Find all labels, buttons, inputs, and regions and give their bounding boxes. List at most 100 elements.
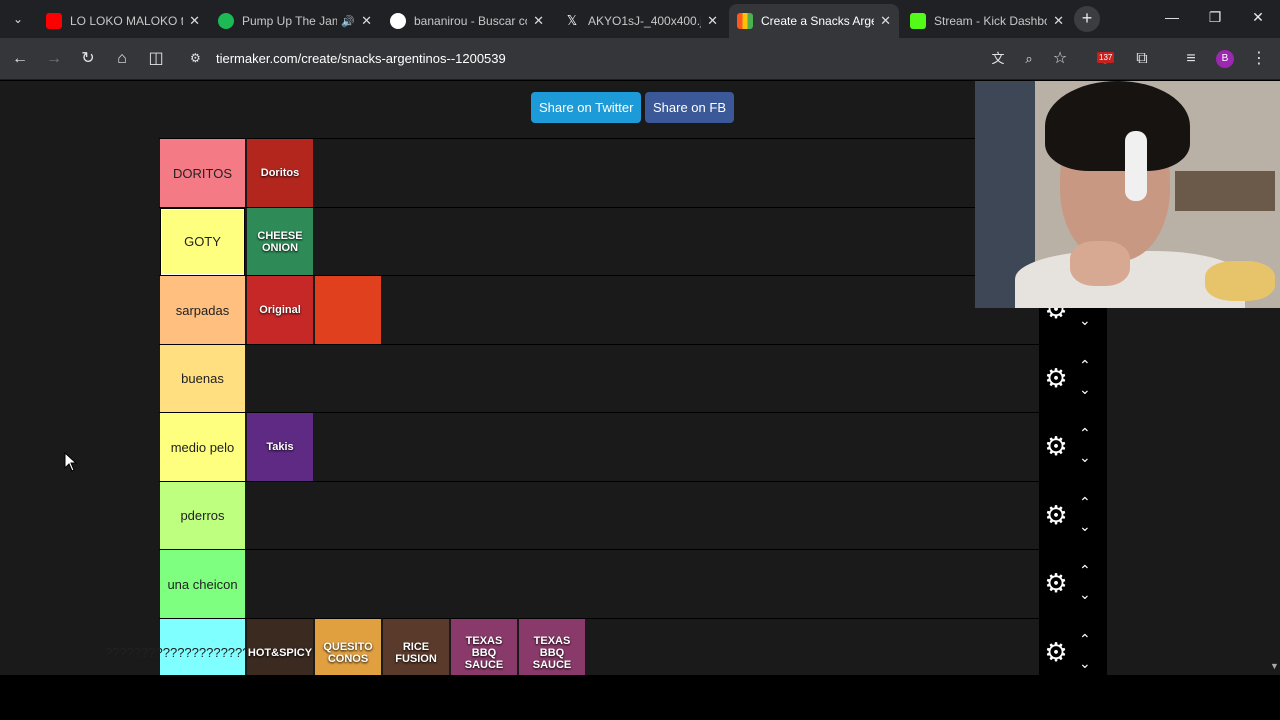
tab-close-icon[interactable]: ✕ [361, 13, 372, 29]
tab-close-icon[interactable]: ✕ [189, 13, 200, 29]
tier-controls: ⚙ ⌃ ⌄ [1039, 618, 1107, 675]
move-tier-down-icon[interactable]: ⌄ [1079, 586, 1091, 603]
snack-item-label: Doritos [260, 167, 300, 179]
url-text[interactable]: tiermaker.com/create/snacks-argentinos--… [216, 51, 506, 66]
tier-items-dropzone[interactable] [245, 344, 1039, 413]
tab-google[interactable]: bananirou - Buscar co ✕ [382, 4, 552, 38]
snack-item[interactable]: TEXAS BBQ SAUCE [519, 618, 585, 675]
site-info-icon[interactable]: ⚙ [190, 51, 201, 65]
media-controls-icon[interactable]: ≡ [1181, 49, 1201, 69]
snack-item-label: RICE FUSION [395, 640, 437, 665]
tab-spotify[interactable]: Pump Up The Jam 🔊 ✕ [210, 4, 380, 38]
tier-items-dropzone[interactable]: HOT&SPICY QUESITO CONOS RICE FUSION TEXAS B… [245, 618, 1039, 675]
move-tier-up-icon[interactable]: ⌃ [1079, 425, 1091, 442]
tier-label[interactable]: buenas [160, 344, 245, 413]
close-window-icon[interactable]: ✕ [1248, 9, 1268, 26]
move-tier-down-icon[interactable]: ⌄ [1079, 655, 1091, 672]
translate-icon[interactable]: 文 [988, 49, 1008, 69]
bookmark-star-icon[interactable]: ☆ [1050, 49, 1070, 69]
snack-item[interactable]: Doritos [247, 139, 313, 207]
snack-item[interactable]: QUESITO CONOS [315, 618, 381, 675]
profile-avatar[interactable]: B [1216, 50, 1234, 68]
tier-items-dropzone[interactable] [245, 481, 1039, 550]
tab-close-icon[interactable]: ✕ [707, 13, 718, 29]
share-twitter-button[interactable]: Share on Twitter [531, 92, 642, 123]
extension-badge: 137 [1097, 52, 1115, 63]
tab-tiermaker[interactable]: Create a Snacks Arge ✕ [729, 4, 899, 38]
zoom-icon[interactable]: ⌕ [1019, 49, 1039, 69]
webcam-headphones [1125, 131, 1147, 201]
tier-settings-gear-icon[interactable]: ⚙ [1043, 502, 1069, 528]
back-icon[interactable]: ← [10, 49, 30, 69]
share-fb-button[interactable]: Share on FB [645, 92, 734, 123]
tab-search-icon[interactable]: ⌄ [6, 8, 30, 30]
tier-label[interactable]: GOTY [160, 207, 245, 276]
tier-controls: ⚙ ⌃ ⌄ [1039, 550, 1107, 618]
tier-items-dropzone[interactable]: Original [245, 276, 1039, 344]
tier-row: medio pelo Takis ⚙ ⌃ ⌄ [159, 412, 1107, 481]
tab-title: Stream - Kick Dashbo [934, 14, 1048, 28]
snack-item[interactable]: RICE FUSION [383, 618, 449, 675]
tier-label[interactable]: una cheicon [160, 550, 245, 618]
reading-mode-icon[interactable]: ◫ [146, 49, 166, 69]
snack-item[interactable]: Takis [247, 413, 313, 481]
tab-title: Create a Snacks Arge [761, 14, 875, 28]
snack-item[interactable]: Original [247, 276, 313, 344]
tier-controls: ⚙ ⌃ ⌄ [1039, 413, 1107, 481]
snack-item[interactable]: CHEESE ONION [247, 207, 313, 276]
tab-kick[interactable]: Stream - Kick Dashbo ✕ [902, 4, 1072, 38]
menu-icon[interactable]: ⋮ [1249, 49, 1269, 69]
restore-icon[interactable]: ❐ [1205, 9, 1225, 26]
tier-label[interactable]: pderros [160, 481, 245, 550]
tier-items-dropzone[interactable]: Doritos [245, 139, 1039, 207]
reload-icon[interactable]: ↻ [78, 49, 98, 69]
webcam-person-hair [1045, 81, 1190, 171]
address-bar[interactable]: ⚙ tiermaker.com/create/snacks-argentinos… [180, 44, 1080, 74]
tier-row: GOTYCHEESE ONION⚙⌃⌄ [159, 206, 1107, 276]
webcam-toy [1205, 261, 1275, 301]
move-tier-down-icon[interactable]: ⌄ [1079, 449, 1091, 466]
new-tab-button[interactable]: + [1074, 6, 1100, 32]
tier-items-dropzone[interactable]: Takis [245, 413, 1039, 481]
minimize-icon[interactable]: — [1162, 9, 1182, 25]
forward-icon[interactable]: → [44, 49, 64, 69]
tier-label[interactable]: sarpadas [160, 276, 245, 344]
home-icon[interactable]: ⌂ [112, 49, 132, 69]
tab-close-icon[interactable]: ✕ [1053, 13, 1064, 29]
tier-settings-gear-icon[interactable]: ⚙ [1043, 639, 1069, 665]
move-tier-up-icon[interactable]: ⌃ [1079, 631, 1091, 648]
tab-close-icon[interactable]: ✕ [533, 13, 544, 29]
tab-youtube[interactable]: LO LOKO MALOKO tu ✕ [38, 4, 208, 38]
snack-item-label: TEXAS BBQ SAUCE [532, 634, 572, 671]
move-tier-down-icon[interactable]: ⌄ [1079, 381, 1091, 398]
tier-settings-gear-icon[interactable]: ⚙ [1043, 365, 1069, 391]
speaker-icon[interactable]: 🔊 [341, 15, 355, 28]
snack-item[interactable] [315, 276, 381, 344]
tier-settings-gear-icon[interactable]: ⚙ [1043, 570, 1069, 596]
tab-x[interactable]: 𝕏 AKYO1sJ-_400x400.jp ✕ [556, 4, 726, 38]
tier-label[interactable]: DORITOS [160, 139, 245, 207]
move-tier-up-icon[interactable]: ⌃ [1079, 494, 1091, 511]
snack-item[interactable]: TEXAS BBQ SAUCE [451, 618, 517, 675]
move-tier-down-icon[interactable]: ⌄ [1079, 518, 1091, 535]
tier-settings-gear-icon[interactable]: ⚙ [1043, 433, 1069, 459]
webcam-person-hand [1070, 241, 1130, 286]
move-tier-down-icon[interactable]: ⌄ [1079, 312, 1091, 329]
snack-item-label [346, 308, 350, 312]
extensions-puzzle-icon[interactable]: ⧉ [1132, 49, 1152, 69]
scroll-down-icon[interactable]: ▼ [1270, 661, 1280, 673]
webcam-overlay [975, 81, 1280, 308]
tier-items-dropzone[interactable] [245, 550, 1039, 618]
browser-toolbar: ← → ↻ ⌂ ◫ ⚙ tiermaker.com/create/snacks-… [0, 38, 1280, 80]
tier-label[interactable]: ??????????????????????????? [105, 618, 300, 675]
tab-close-icon[interactable]: ✕ [880, 13, 891, 29]
snack-item-label: Original [259, 304, 301, 316]
tier-items-dropzone[interactable]: CHEESE ONION [245, 207, 1039, 276]
tier-controls: ⚙ ⌃ ⌄ [1039, 344, 1107, 413]
move-tier-up-icon[interactable]: ⌃ [1079, 357, 1091, 374]
tier-label[interactable]: medio pelo [160, 413, 245, 481]
spotify-icon [218, 13, 234, 29]
snack-item[interactable]: HOT&SPICY [247, 618, 313, 675]
tier-row: pderros ⚙ ⌃ ⌄ [159, 480, 1107, 550]
move-tier-up-icon[interactable]: ⌃ [1079, 562, 1091, 579]
